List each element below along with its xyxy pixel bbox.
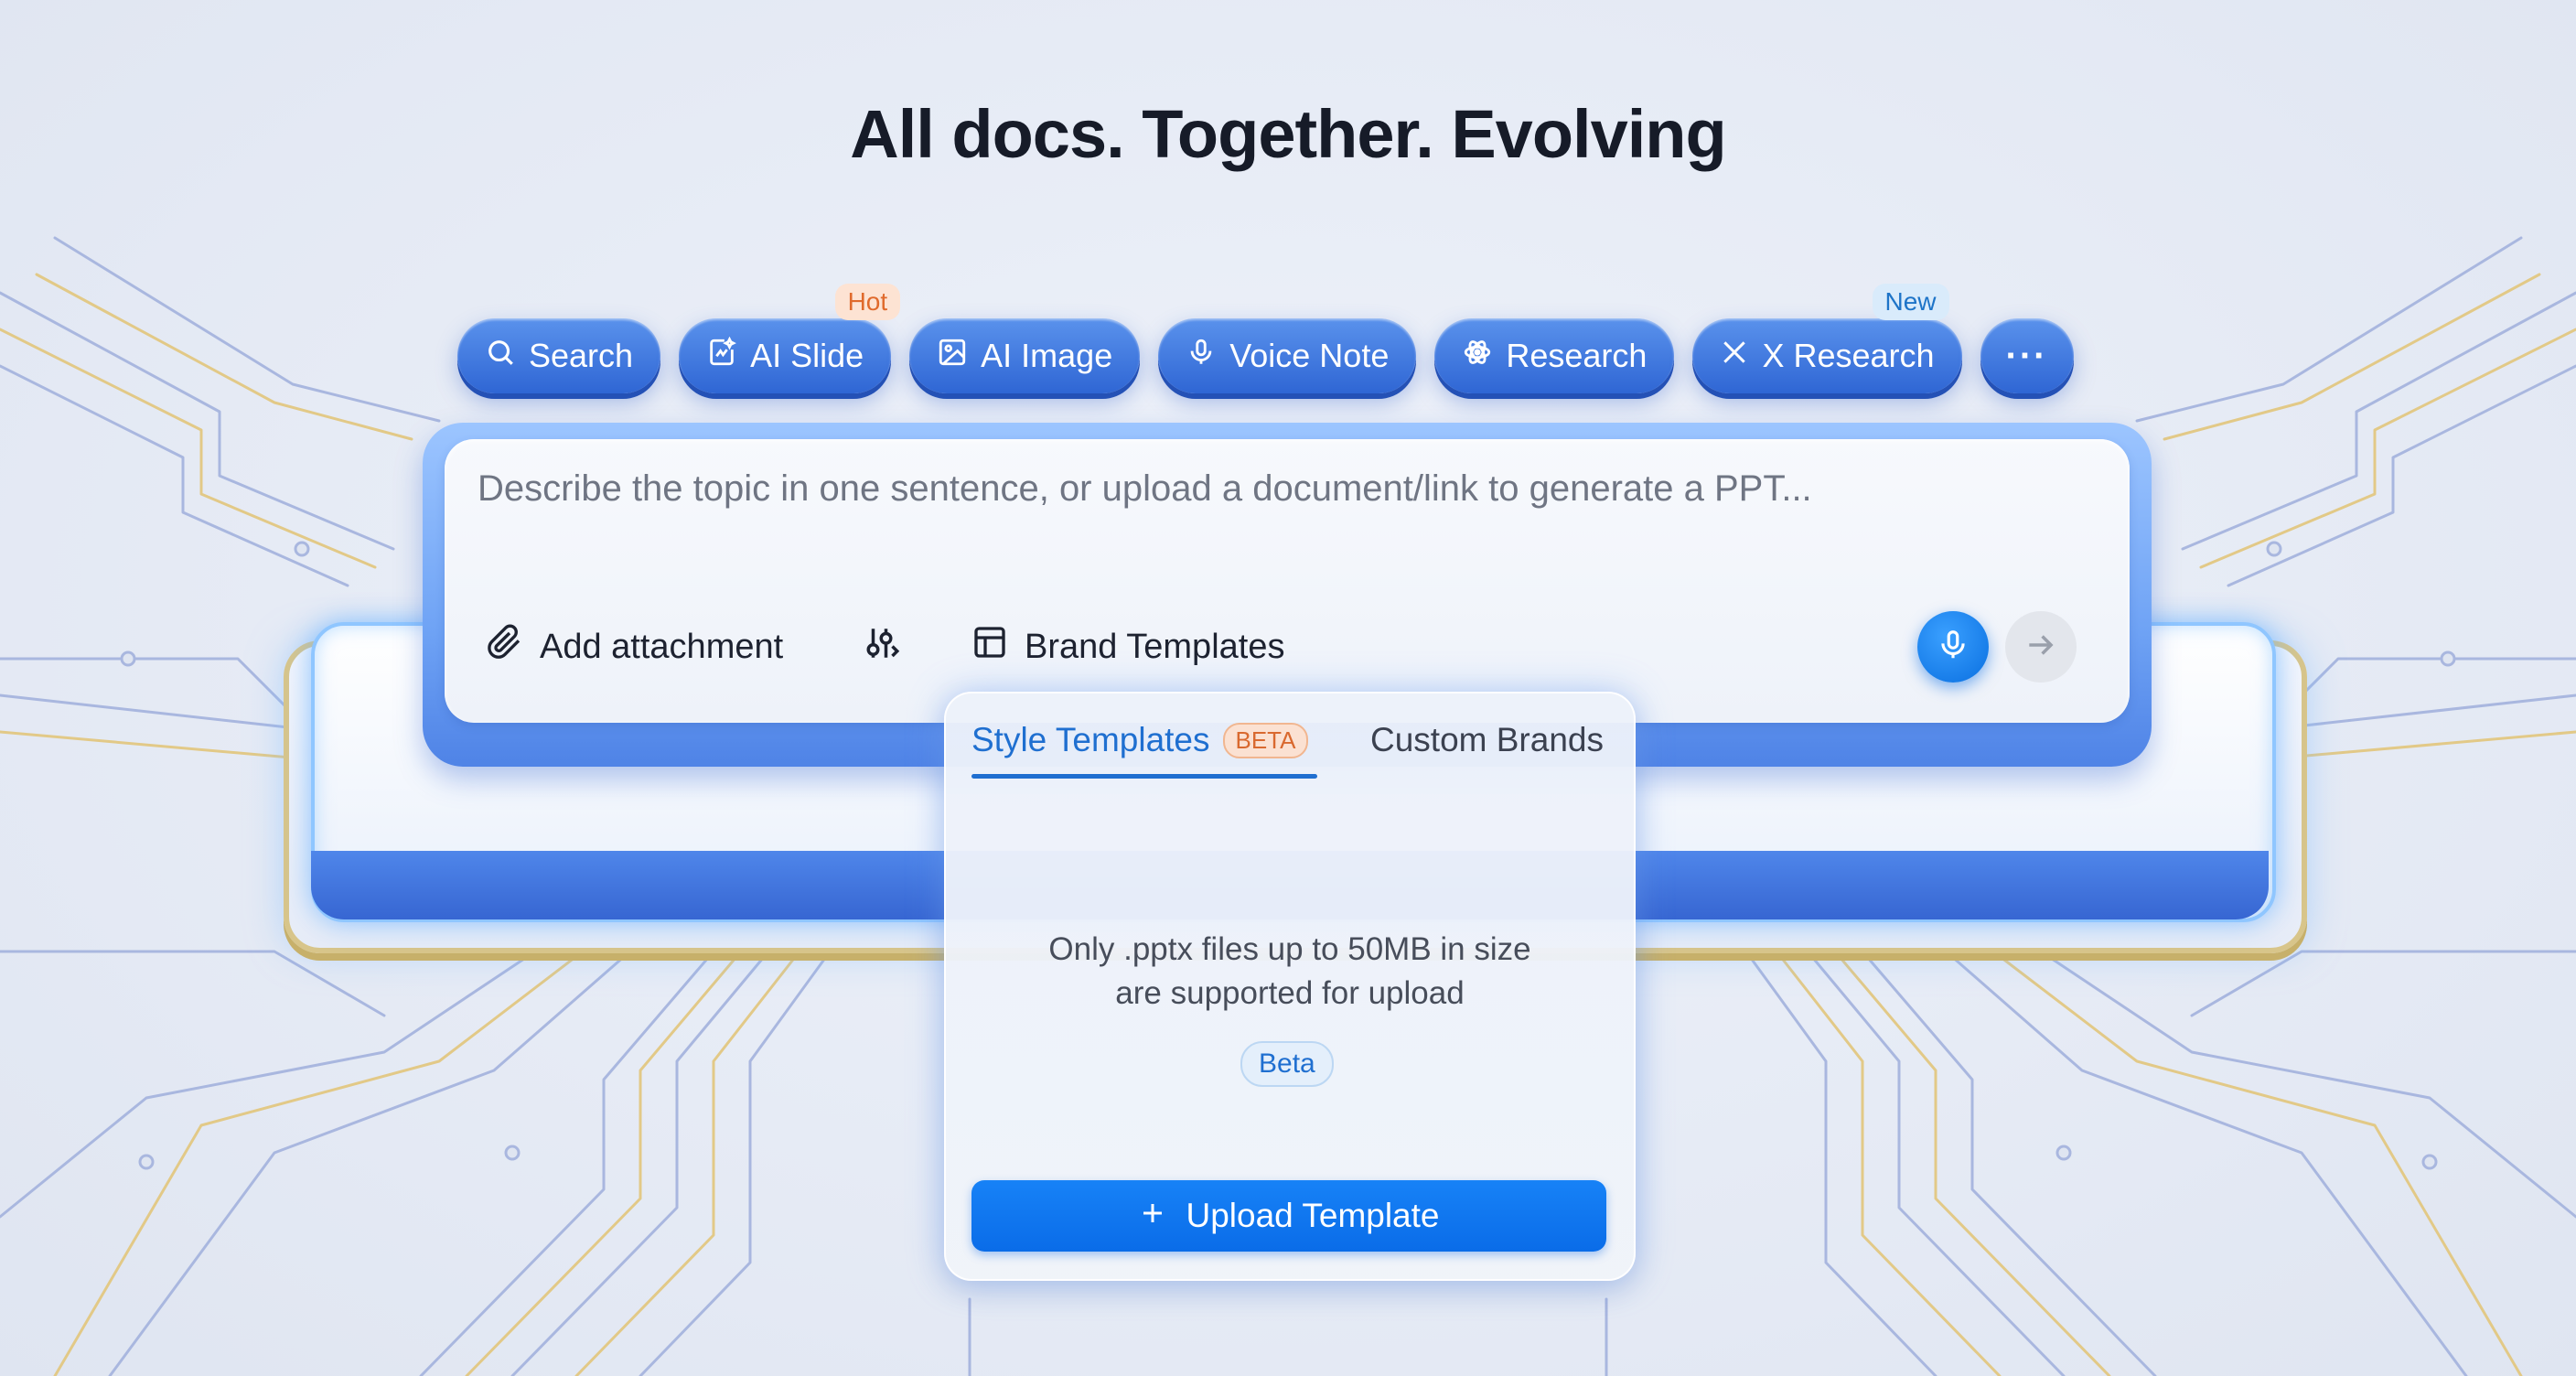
research-icon xyxy=(1462,337,1493,376)
chip-label: Voice Note xyxy=(1229,337,1390,374)
brand-templates-label: Brand Templates xyxy=(1025,627,1285,666)
microphone-icon xyxy=(1186,337,1217,376)
tools-icon xyxy=(864,624,902,672)
page-title: All docs. Together. Evolving xyxy=(850,96,1726,172)
ai-slide-icon xyxy=(706,336,737,376)
new-badge: New xyxy=(1872,284,1949,320)
image-icon xyxy=(937,337,968,376)
chip-label: Research xyxy=(1506,337,1648,374)
send-button[interactable] xyxy=(2005,611,2077,683)
plus-icon xyxy=(1139,1197,1166,1235)
ai-slide-chip[interactable]: Hot AI Slide xyxy=(679,284,901,393)
brand-templates-button[interactable]: Brand Templates xyxy=(971,624,1284,670)
tab-style-templates[interactable]: Style Templates BETA xyxy=(971,721,1309,759)
paperclip-icon xyxy=(487,624,523,670)
hot-badge: Hot xyxy=(834,284,901,320)
prompt-input[interactable]: Describe the topic in one sentence, or u… xyxy=(478,468,1812,510)
tab-custom-brands[interactable]: Custom Brands xyxy=(1370,721,1604,759)
arrow-right-icon xyxy=(2023,628,2058,667)
search-icon xyxy=(485,337,516,376)
add-attachment-label: Add attachment xyxy=(540,627,784,666)
search-chip[interactable]: Search xyxy=(457,318,661,393)
research-chip[interactable]: Research xyxy=(1434,318,1675,393)
x-research-chip[interactable]: New X Research xyxy=(1692,284,1962,393)
tools-button[interactable] xyxy=(864,624,902,672)
upload-info-line: Only .pptx files up to 50MB in size xyxy=(1048,931,1531,967)
templates-popup: Style Templates BETA Custom Brands Only … xyxy=(944,692,1636,1281)
feature-chip-bar: Search Hot AI Slide AI Image Voice Note … xyxy=(457,284,2074,395)
x-logo-icon xyxy=(1720,337,1749,375)
voice-input-button[interactable] xyxy=(1917,611,1989,683)
upload-info-line: are supported for upload xyxy=(1115,975,1465,1011)
microphone-icon xyxy=(1936,628,1970,667)
beta-badge: BETA xyxy=(1222,722,1309,758)
chip-label: X Research xyxy=(1762,337,1935,374)
upload-template-button[interactable]: Upload Template xyxy=(971,1180,1606,1252)
chip-label: AI Image xyxy=(981,337,1113,374)
upload-template-label: Upload Template xyxy=(1186,1197,1440,1234)
upload-info-text: Only .pptx files up to 50MB in size are … xyxy=(946,928,1634,1016)
template-icon xyxy=(971,624,1008,670)
voice-note-chip[interactable]: Voice Note xyxy=(1158,318,1417,393)
more-chip[interactable]: ··· xyxy=(1980,318,2074,393)
chip-label: AI Slide xyxy=(750,337,864,374)
add-attachment-button[interactable]: Add attachment xyxy=(487,624,783,670)
ai-image-chip[interactable]: AI Image xyxy=(909,318,1141,393)
chip-label: Search xyxy=(529,337,634,374)
tab-style-label: Style Templates xyxy=(971,721,1210,758)
beta-tag: Beta xyxy=(1240,1041,1334,1087)
more-icon: ··· xyxy=(2005,335,2048,376)
active-tab-indicator xyxy=(971,774,1317,779)
